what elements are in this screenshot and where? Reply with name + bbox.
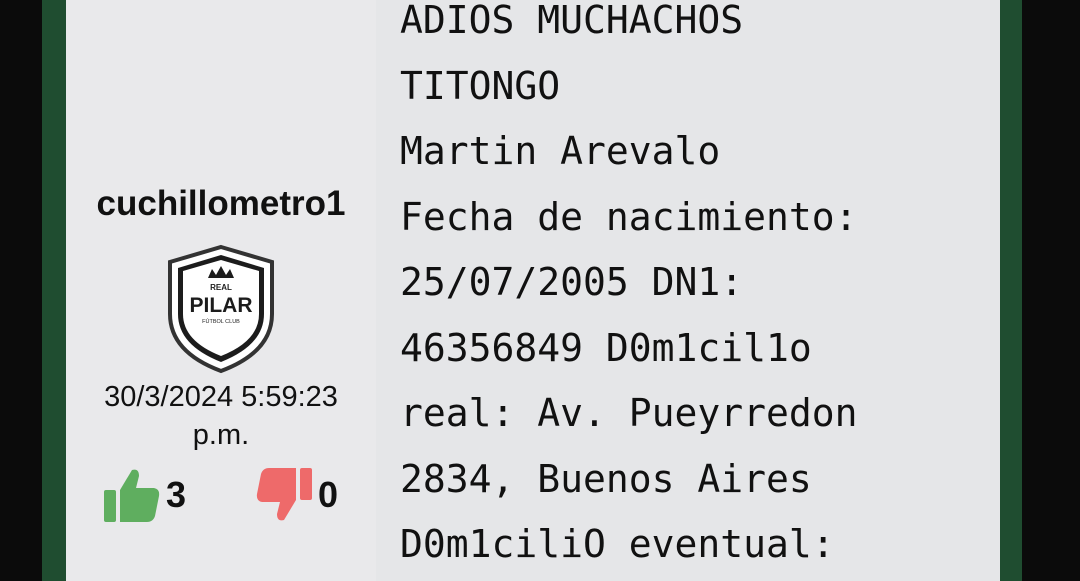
frame-border-right bbox=[1000, 0, 1022, 581]
dislike-count: 0 bbox=[318, 474, 339, 515]
message-line: ADIOS MUCHACHOS bbox=[400, 0, 744, 42]
message-line: 46356849 D0m1cil1o bbox=[400, 325, 812, 370]
badge-club-name: PILAR bbox=[190, 294, 253, 317]
message-line: real: Av. Pueyrredon bbox=[400, 391, 858, 435]
thumbs-up-icon[interactable] bbox=[102, 466, 162, 524]
post-timestamp-date: 30/3/2024 5:59:23 bbox=[104, 381, 338, 413]
message-line: 2834, Buenos Aires bbox=[400, 456, 812, 501]
author-username[interactable]: cuchillometro1 bbox=[66, 184, 376, 224]
like-count: 3 bbox=[166, 474, 187, 515]
message-line: Martin Arevalo bbox=[400, 129, 721, 173]
badge-top-text: REAL bbox=[210, 283, 232, 292]
post-timestamp: 30/3/2024 5:59:23 p.m. bbox=[66, 378, 376, 454]
message-line: D0m1ciliO eventual: bbox=[400, 522, 835, 566]
badge-sub-text: FÚTBOL CLUB bbox=[202, 318, 240, 325]
post-message: ADIOS MUCHACHOS TITONGO Martin Arevalo F… bbox=[400, 0, 990, 578]
message-line: TITONGO bbox=[400, 63, 561, 108]
message-line: 25/07/2005 DN1: bbox=[400, 260, 744, 304]
club-badge-avatar[interactable]: REAL PILAR FÚTBOL CLUB bbox=[166, 244, 276, 374]
author-panel: cuchillometro1 REAL PILAR FÚTBOL CLUB 30… bbox=[66, 0, 376, 581]
post-timestamp-meridiem: p.m. bbox=[192, 419, 250, 451]
post-card: cuchillometro1 REAL PILAR FÚTBOL CLUB 30… bbox=[66, 0, 1000, 581]
message-line: Fecha de nacimiento: bbox=[400, 194, 858, 239]
frame-border-left bbox=[42, 0, 66, 581]
screen-edge-left bbox=[0, 0, 42, 581]
thumbs-down-icon[interactable] bbox=[256, 466, 314, 524]
screen-edge-right bbox=[1022, 0, 1080, 581]
